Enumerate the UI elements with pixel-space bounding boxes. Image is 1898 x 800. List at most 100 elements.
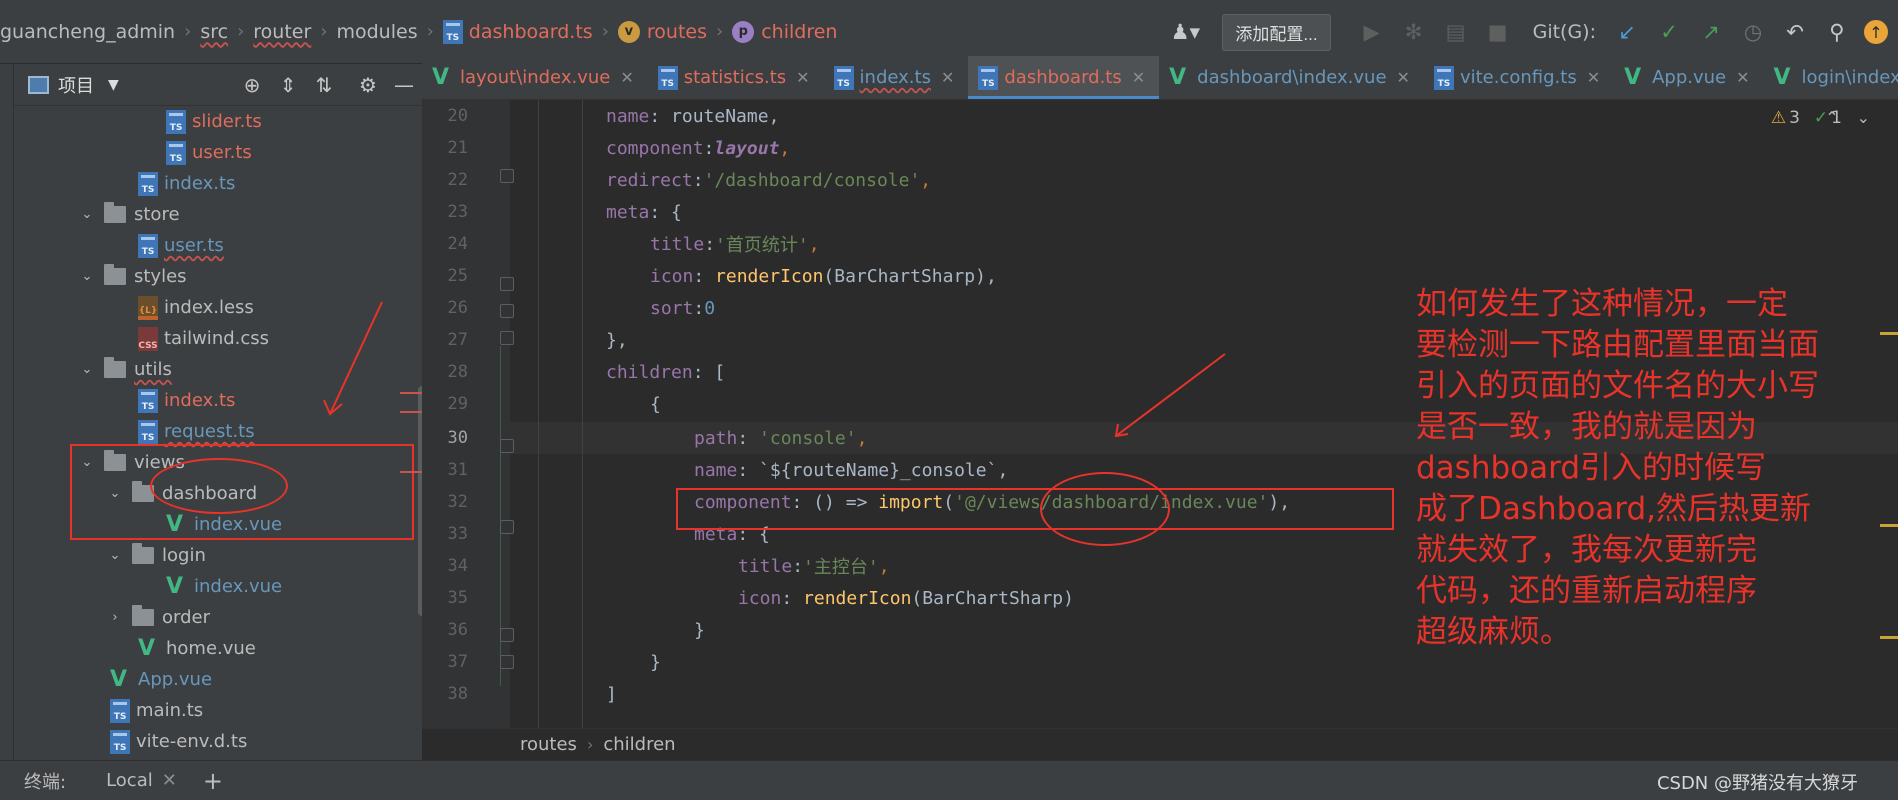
tree-item-home-vue[interactable]: Vhome.vue bbox=[14, 633, 422, 664]
git-label: Git(G): bbox=[1532, 21, 1596, 43]
fold-marker-icon[interactable] bbox=[500, 331, 514, 345]
chevron-down-icon[interactable]: ⌄ bbox=[76, 269, 98, 284]
tab-statistics-ts[interactable]: TS statistics.ts ✕ bbox=[648, 56, 824, 99]
tree-item-label: index.ts bbox=[164, 173, 236, 194]
tab-layout-index-vue[interactable]: Vlayout\index.vue ✕ bbox=[422, 56, 648, 99]
code-token: : bbox=[737, 427, 760, 449]
close-icon[interactable]: ✕ bbox=[620, 68, 633, 87]
fold-marker-icon[interactable] bbox=[500, 439, 514, 453]
chevron-down-icon[interactable]: ⌄ bbox=[76, 207, 98, 222]
chevron-down-icon[interactable]: ⌄ bbox=[104, 548, 126, 563]
search-icon[interactable]: ⚲ bbox=[1822, 17, 1852, 47]
new-terminal-button[interactable]: + bbox=[203, 767, 223, 795]
code-token: : bbox=[693, 297, 705, 319]
chevron-right-icon: › bbox=[716, 21, 724, 42]
breadcrumb-modules[interactable]: modules › bbox=[336, 21, 442, 43]
fold-marker-icon[interactable] bbox=[500, 628, 514, 642]
history-icon[interactable]: ◷ bbox=[1738, 17, 1768, 47]
tree-item-user-ts[interactable]: TS user.ts bbox=[14, 137, 422, 168]
close-icon[interactable]: ✕ bbox=[941, 68, 954, 87]
close-icon[interactable]: ✕ bbox=[1587, 68, 1600, 87]
tree-item-index-ts[interactable]: TS index.ts bbox=[14, 168, 422, 199]
close-icon[interactable]: ✕ bbox=[1736, 68, 1749, 87]
tree-item-order[interactable]: › order bbox=[14, 602, 422, 633]
tab-vite-config-ts[interactable]: TS vite.config.ts ✕ bbox=[1424, 56, 1614, 99]
tree-item-request-ts[interactable]: TS request.ts bbox=[14, 416, 422, 447]
typescript-file-icon: TS bbox=[138, 388, 158, 413]
chevron-right-icon[interactable]: › bbox=[104, 610, 126, 625]
stop-icon[interactable]: ■ bbox=[1483, 17, 1513, 47]
tree-item-index-less[interactable]: {L} index.less bbox=[14, 292, 422, 323]
tree-item-login-index-vue[interactable]: Vindex.vue bbox=[14, 571, 422, 602]
tree-item-utils[interactable]: ⌄ utils bbox=[14, 354, 422, 385]
close-icon[interactable]: ✕ bbox=[796, 68, 809, 87]
fold-marker-icon[interactable] bbox=[500, 277, 514, 291]
expand-all-icon[interactable]: ⇕ bbox=[270, 73, 306, 97]
user-dropdown-icon[interactable]: ♟▾ bbox=[1170, 17, 1200, 47]
line-number: 26 bbox=[447, 298, 468, 318]
fold-marker-icon[interactable] bbox=[500, 304, 514, 318]
close-icon[interactable]: ✕ bbox=[1397, 68, 1410, 87]
close-icon[interactable]: ✕ bbox=[1132, 68, 1145, 87]
git-push-icon[interactable]: ↗ bbox=[1696, 17, 1726, 47]
tree-item-vite-env[interactable]: TS vite-env.d.ts bbox=[14, 726, 422, 757]
tab-app-vue[interactable]: V App.vue ✕ bbox=[1614, 56, 1763, 99]
fold-marker-icon[interactable] bbox=[500, 169, 514, 183]
tab-label: dashboard\index.vue bbox=[1197, 67, 1387, 88]
breadcrumb-router[interactable]: router › bbox=[253, 21, 336, 43]
editor-breadcrumb-children[interactable]: children bbox=[603, 734, 675, 755]
tree-item-app-vue[interactable]: V App.vue bbox=[14, 664, 422, 695]
project-view-selector[interactable]: 项目 ▼ bbox=[28, 72, 119, 98]
fold-marker-icon[interactable] bbox=[500, 655, 514, 669]
code-token: '主控台' bbox=[803, 557, 879, 578]
code-line-31: name: `${routeName}_console`, bbox=[694, 454, 1008, 486]
code-token: } bbox=[650, 651, 661, 673]
tree-item-styles[interactable]: ⌄ styles bbox=[14, 261, 422, 292]
tab-index-ts[interactable]: TS index.ts ✕ bbox=[824, 56, 969, 99]
tree-item-utils-index-ts[interactable]: TS index.ts bbox=[14, 385, 422, 416]
close-icon[interactable]: ✕ bbox=[162, 770, 177, 791]
chevron-down-icon[interactable]: ⌄ bbox=[1857, 108, 1888, 127]
rollback-icon[interactable]: ↶ bbox=[1780, 17, 1810, 47]
terminal-tab-local[interactable]: Local ✕ bbox=[106, 770, 177, 791]
git-commit-icon[interactable]: ✓ bbox=[1654, 17, 1684, 47]
code-line-23: meta: { bbox=[606, 196, 682, 228]
project-window-icon bbox=[28, 75, 49, 94]
chevron-down-icon[interactable]: ⌄ bbox=[76, 362, 98, 377]
tree-item-store[interactable]: ⌄ store bbox=[14, 199, 422, 230]
git-update-icon[interactable]: ↙ bbox=[1612, 17, 1642, 47]
tab-login-index-vue[interactable]: Vlogin\index.vue⌄ bbox=[1764, 56, 1898, 99]
tree-item-slider-ts[interactable]: TS slider.ts bbox=[14, 106, 422, 137]
breadcrumb-children[interactable]: p children bbox=[732, 20, 837, 43]
breadcrumb-routes[interactable]: v routes › bbox=[617, 20, 732, 43]
terminal-tab-label: Local bbox=[106, 770, 153, 791]
run-icon[interactable]: ▶ bbox=[1357, 17, 1387, 47]
hide-panel-icon[interactable]: — bbox=[386, 73, 422, 97]
collapse-all-icon[interactable]: ⇅ bbox=[306, 73, 342, 97]
annotation-line: 如何发生了这种情况，一定 bbox=[1416, 286, 1788, 322]
coverage-icon[interactable]: ▤ bbox=[1441, 17, 1471, 47]
breadcrumb-file[interactable]: TS dashboard.ts › bbox=[442, 19, 618, 44]
debug-icon[interactable]: ✻ bbox=[1399, 17, 1429, 47]
tree-item-label: home.vue bbox=[166, 638, 256, 659]
vue-file-icon: V bbox=[110, 666, 128, 692]
gear-icon[interactable]: ⚙ bbox=[350, 73, 386, 97]
breadcrumb-project[interactable]: guancheng_admin › bbox=[0, 21, 200, 43]
breadcrumb-src[interactable]: src › bbox=[200, 21, 253, 43]
tab-dashboard-ts[interactable]: TS dashboard.ts ✕ bbox=[968, 56, 1160, 99]
editor-breadcrumb-routes[interactable]: routes bbox=[520, 734, 577, 755]
update-icon[interactable]: ↑ bbox=[1864, 20, 1888, 44]
fold-marker-icon[interactable] bbox=[500, 520, 514, 534]
tree-item-store-user-ts[interactable]: TS user.ts bbox=[14, 230, 422, 261]
tree-item-label: user.ts bbox=[164, 235, 224, 256]
tab-dashboard-index-vue[interactable]: Vdashboard\index.vue ✕ bbox=[1159, 56, 1424, 99]
navigate-problems[interactable]: ⌃⌄ bbox=[1825, 108, 1888, 127]
add-configuration-button[interactable]: 添加配置... bbox=[1222, 13, 1331, 51]
tree-item-tailwind-css[interactable]: CSS tailwind.css bbox=[14, 323, 422, 354]
code-line-25: icon: renderIcon (BarChartSharp), bbox=[650, 260, 997, 292]
chevron-up-icon[interactable]: ⌃ bbox=[1825, 108, 1856, 127]
locate-icon[interactable]: ⊕ bbox=[234, 73, 270, 97]
annotation-line: 引入的页面的文件名的大小写 bbox=[1416, 368, 1819, 404]
tree-item-main-ts[interactable]: TS main.ts bbox=[14, 695, 422, 726]
tree-item-login[interactable]: ⌄ login bbox=[14, 540, 422, 571]
